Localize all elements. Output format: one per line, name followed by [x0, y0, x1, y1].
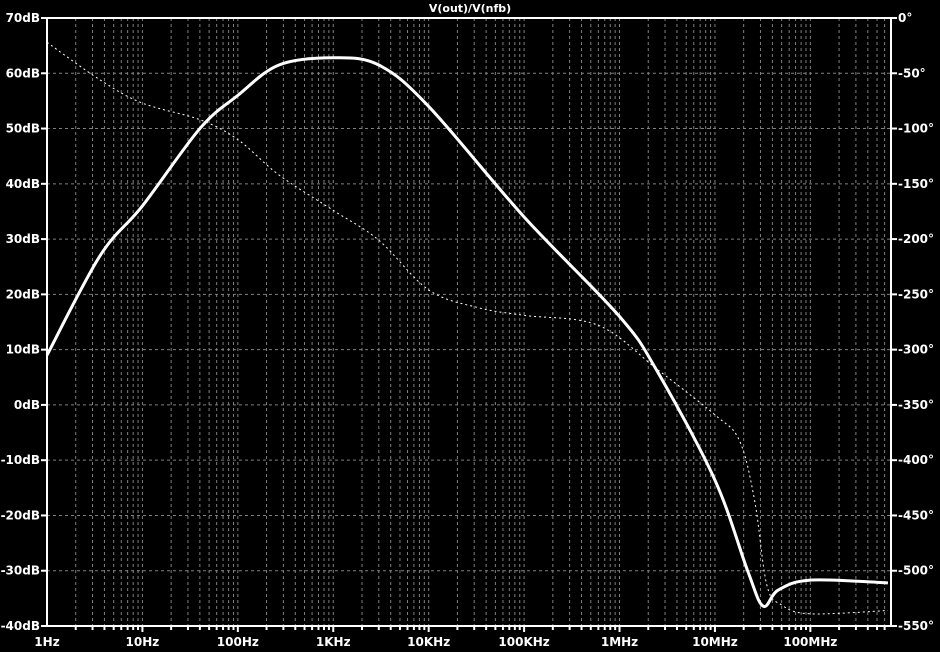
axes: 70dB 60dB 50dB 40dB 30dB 20dB 10dB 0dB -10dB -20d…: [1, 11, 934, 649]
y-left-tick-label: -30dB: [1, 564, 40, 578]
x-tick-label: 100KHz: [498, 635, 549, 649]
y-right-tick-label: -450°: [898, 508, 934, 522]
x-tick-label: 10Hz: [126, 635, 160, 649]
y-left-tick-label: 60dB: [6, 66, 40, 80]
y-right-tick-label: -400°: [898, 453, 934, 467]
bode-plot: V(out)/V(nfb) 70dB 60dB 50dB 40dB 30dB 20dB 10…: [1, 2, 934, 649]
y-left-tick-label: -10dB: [1, 453, 40, 467]
y-right-tick-label: -250°: [898, 287, 934, 301]
x-tick-label: 1Hz: [34, 635, 59, 649]
y-right-tick-label: -500°: [898, 564, 934, 578]
magnitude-trace: [45, 56, 888, 609]
y-left-tick-label: 0dB: [14, 398, 40, 412]
y-right-tick-label: -300°: [898, 343, 934, 357]
y-left-tick-label: 40dB: [6, 177, 40, 191]
y-right-tick-label: -100°: [898, 122, 934, 136]
y-right-tick-label: 0°: [898, 11, 912, 25]
y-right-tick-label: -150°: [898, 177, 934, 191]
y-right-tick-label: -350°: [898, 398, 934, 412]
y-left-tick-label: 30dB: [6, 232, 40, 246]
x-tick-label: 10KHz: [407, 635, 450, 649]
x-tick-label: 1MHz: [601, 635, 638, 649]
y-left-tick-label: 70dB: [6, 11, 40, 25]
x-tick-label: 100MHz: [783, 635, 837, 649]
y-left-tick-label: 20dB: [6, 287, 40, 301]
chart-title: V(out)/V(nfb): [429, 2, 511, 15]
y-left-tick-label: -20dB: [1, 508, 40, 522]
y-left-tick-label: 50dB: [6, 122, 40, 136]
x-tick-label: 10MHz: [692, 635, 738, 649]
x-tick-label: 100Hz: [217, 635, 259, 649]
x-tick-label: 1KHz: [316, 635, 351, 649]
plot-frame: [46, 17, 892, 627]
y-left-tick-label: 10dB: [6, 343, 40, 357]
grid: [47, 18, 891, 626]
y-right-tick-label: -50°: [898, 66, 926, 80]
y-right-tick-label: -200°: [898, 232, 934, 246]
y-left-tick-label: -40dB: [1, 619, 40, 633]
y-right-tick-label: -550°: [898, 619, 934, 633]
